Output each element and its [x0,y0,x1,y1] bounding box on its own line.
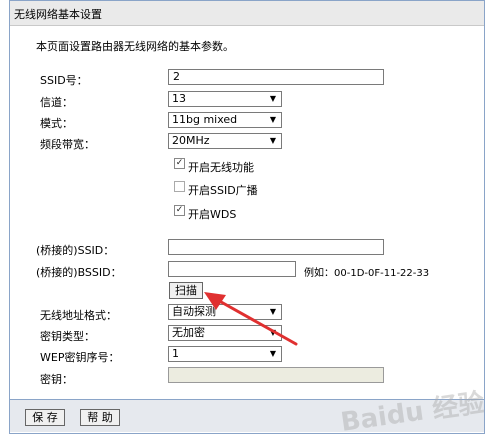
page-title: 无线网络基本设置 [14,8,102,21]
bssid-example-text: 例如：00-1D-0F-11-22-33 [304,268,430,279]
channel-label: 信道： [40,96,73,109]
bridged-ssid-input[interactable] [168,239,384,255]
wep-index-value: 1 [172,347,179,360]
bandwidth-value: 20MHz [172,134,210,147]
chevron-down-icon: ▼ [269,94,276,103]
bridged-bssid-label: (桥接的)BSSID： [36,266,122,279]
chevron-down-icon: ▼ [269,115,276,124]
bridged-ssid-label: (桥接的)SSID： [36,244,115,257]
ssid-input[interactable]: 2 [168,69,384,85]
bandwidth-label: 频段带宽： [40,138,95,151]
address-format-label: 无线地址格式： [40,309,117,322]
enable-wds-label: 开启WDS [188,208,237,221]
mode-value: 11bg mixed [172,113,238,126]
annotation-arrow-icon [204,292,298,346]
intro-text: 本页面设置路由器无线网络的基本参数。 [36,40,234,53]
wep-index-select[interactable]: 1 ▼ [168,346,282,362]
wep-index-label: WEP密钥序号： [40,351,120,364]
check-icon: ✓ [175,205,184,215]
mode-label: 模式： [40,117,73,130]
channel-select[interactable]: 13 ▼ [168,91,282,107]
ssid-label: SSID号： [40,74,88,87]
enable-wds-checkbox[interactable]: ✓ [174,205,185,216]
channel-value: 13 [172,92,186,105]
bandwidth-select[interactable]: 20MHz ▼ [168,133,282,149]
check-icon: ✓ [175,158,184,168]
enable-wireless-checkbox[interactable]: ✓ [174,158,185,169]
chevron-down-icon: ▼ [269,349,276,358]
chevron-down-icon: ▼ [269,136,276,145]
help-button[interactable]: 帮 助 [80,409,120,426]
save-button[interactable]: 保 存 [25,409,65,426]
enable-ssid-broadcast-label: 开启SSID广播 [188,184,258,197]
key-input[interactable] [168,367,384,383]
bridged-bssid-input[interactable] [168,261,296,277]
key-type-label: 密钥类型： [40,330,95,343]
enable-wireless-label: 开启无线功能 [188,161,254,174]
key-label: 密钥： [40,373,73,386]
mode-select[interactable]: 11bg mixed ▼ [168,112,282,128]
enable-ssid-broadcast-checkbox[interactable] [174,181,185,192]
scan-button[interactable]: 扫描 [169,282,203,299]
